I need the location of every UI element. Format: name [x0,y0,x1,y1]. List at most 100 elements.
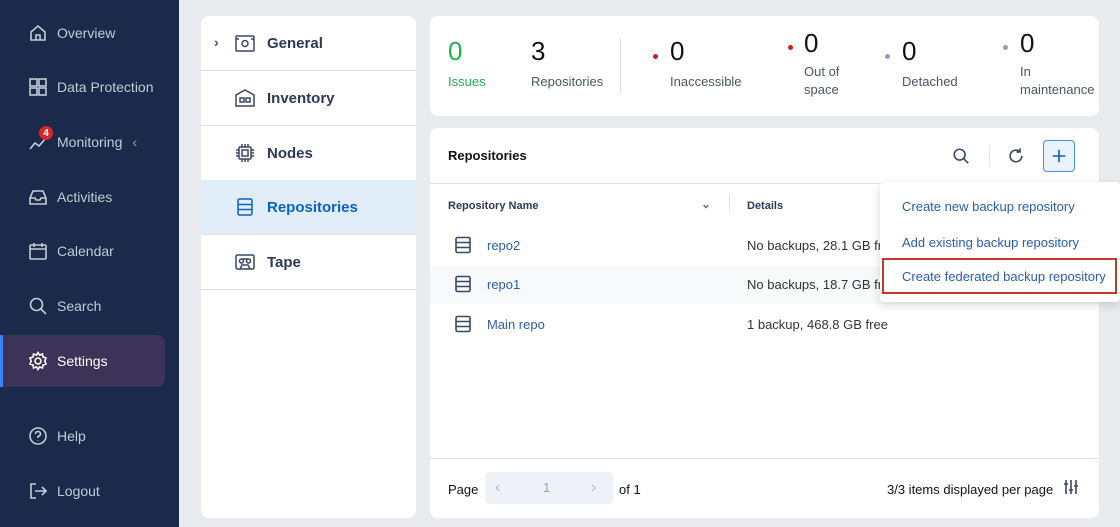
page-total: of 1 [619,482,641,497]
nav-label: Calendar [57,243,114,259]
inbox-icon [28,187,48,207]
settings-item-label: Tape [267,253,301,271]
settings-item-tape[interactable]: Tape [201,235,416,290]
stat-value: 0 [448,36,463,66]
panel-title: Repositories [448,148,527,163]
stat-inaccessible: 0 Inaccessible [653,36,742,91]
red-dot-icon [653,54,658,59]
settings-item-nodes[interactable]: Nodes [201,126,416,181]
chart-line-icon: 4 [28,126,53,152]
refresh-button[interactable] [1000,140,1032,172]
nav-help[interactable]: Help [0,410,165,462]
grey-dot-icon [1003,45,1008,50]
calendar-icon [28,241,48,261]
stat-label: space [804,82,839,97]
stat-detached: 0 Detached [885,36,958,91]
building-icon [234,87,256,109]
nav-label: Settings [57,353,108,369]
nav-label: Overview [57,25,116,41]
stat-label: maintenance [1020,82,1095,97]
nav-settings[interactable]: Settings [0,335,165,387]
nav-monitoring[interactable]: 4 Monitoring ‹ [0,116,165,168]
red-dot-icon [788,45,793,50]
stats-bar: 0 Issues 3 Repositories 0 Inaccessible 0… [430,16,1099,116]
stat-value: 3 [531,36,546,66]
table-row[interactable]: Main repo 1 backup, 468.8 GB free [430,306,1099,344]
stat-label: Out of [804,64,840,79]
gear-icon [28,351,48,371]
stat-label: Issues [448,74,486,89]
stat-value: 0 [1020,28,1035,58]
stat-label: Detached [902,74,958,89]
settings-item-label: General [267,34,323,52]
nav-calendar[interactable]: Calendar [0,225,165,277]
storage-icon [454,236,472,254]
chevron-right-icon[interactable]: › [214,34,219,50]
tape-icon [234,251,256,273]
column-header-name[interactable]: Repository Name [448,200,538,212]
storage-icon [454,315,472,333]
refresh-icon [1009,148,1023,163]
menu-item-create-new[interactable]: Create new backup repository [880,188,1120,224]
stat-repositories: 3 Repositories [531,36,603,91]
stat-value: 0 [804,28,819,58]
grey-dot-icon [885,54,890,59]
repository-name-link[interactable]: repo1 [487,277,520,292]
items-per-page-text: 3/3 items displayed per page [887,482,1054,497]
nav-label: Help [57,428,86,444]
repository-details: No backups, 18.7 GB free [747,277,897,292]
settings-item-repositories[interactable]: Repositories [201,180,416,235]
nav-label: Monitoring [57,134,123,150]
repository-name-link[interactable]: repo2 [487,238,520,253]
nav-activities[interactable]: Activities [0,171,165,223]
settings-item-label: Repositories [267,198,358,216]
sort-chevron-icon[interactable]: ⌄ [701,197,711,211]
stat-issues[interactable]: 0 Issues [448,36,486,91]
logout-icon [28,481,48,501]
search-icon [28,296,48,316]
page-number[interactable]: 1 [543,480,550,495]
stat-label: Inaccessible [670,74,742,89]
nav-label: Activities [57,189,113,205]
settings-item-label: Inventory [267,89,335,107]
stat-value: 0 [902,36,917,66]
next-page-icon[interactable]: › [591,479,596,497]
settings-item-general[interactable]: › General [201,16,416,71]
stat-label: In [1020,64,1031,79]
add-repository-button[interactable] [1043,140,1075,172]
column-header-details[interactable]: Details [747,200,783,212]
nav-logout[interactable]: Logout [0,465,165,517]
prev-page-icon[interactable]: ‹ [495,479,500,497]
nav-label: Data Protection [57,79,154,95]
monitoring-badge: 4 [39,126,53,140]
stat-value: 0 [670,36,685,66]
page-selector[interactable]: ‹ 1 › [485,472,613,504]
nav-label: Search [57,298,102,314]
storage-icon [454,275,472,293]
nav-label: Logout [57,483,100,499]
stats-divider [620,38,621,94]
plus-icon [1052,149,1066,163]
repository-details: No backups, 28.1 GB free [747,238,897,253]
menu-item-create-federated[interactable]: Create federated backup repository [882,258,1117,294]
nav-overview[interactable]: Overview [0,7,165,59]
home-icon [28,23,48,43]
menu-item-add-existing[interactable]: Add existing backup repository [880,224,1120,260]
gear-box-icon [234,32,256,54]
nav-data-protection[interactable]: Data Protection [0,61,165,113]
help-icon [28,426,48,446]
column-settings-button[interactable] [1062,478,1082,498]
nav-search[interactable]: Search [0,280,165,332]
chevron-left-icon: ‹ [132,134,138,150]
stat-label: Repositories [531,74,604,89]
settings-item-label: Nodes [267,144,313,162]
stat-in-maintenance: 0 In maintenance [1003,28,1095,99]
search-button[interactable] [945,140,977,172]
storage-icon [234,196,256,218]
sliders-icon [1064,480,1078,494]
stat-out-of-space: 0 Out of space [788,28,840,99]
repository-details: 1 backup, 468.8 GB free [747,317,888,332]
settings-item-inventory[interactable]: Inventory [201,71,416,126]
repository-name-link[interactable]: Main repo [487,317,545,332]
chip-icon [234,142,256,164]
